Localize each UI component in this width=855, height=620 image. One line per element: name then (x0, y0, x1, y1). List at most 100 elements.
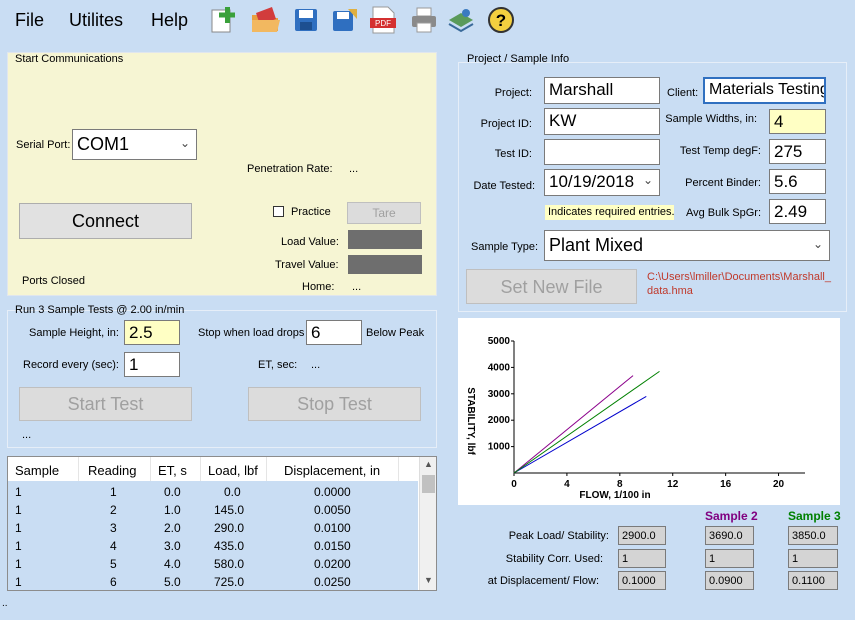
series-line-2 (513, 375, 634, 474)
ports-status: Ports Closed (22, 275, 85, 287)
serial-port-label: Serial Port: (16, 139, 71, 151)
x-tick-label: 12 (667, 479, 679, 490)
tare-button[interactable]: Tare (347, 202, 421, 224)
project-input[interactable]: Marshall (544, 77, 660, 104)
cell-load: 435.0 (214, 539, 245, 553)
y-tick-label: 3000 (488, 389, 511, 400)
avg-bulk-input[interactable]: 2.49 (769, 199, 826, 224)
help-icon[interactable]: ? (486, 5, 516, 35)
cell-sample: 1 (15, 575, 22, 589)
cell-et: 4.0 (164, 557, 181, 571)
col-et[interactable]: ET, s (158, 463, 187, 478)
chevron-down-icon: ⌄ (812, 237, 823, 251)
serial-port-select[interactable]: COM1 ⌄ (72, 129, 197, 160)
sample-widths-input[interactable]: 4 (769, 109, 826, 134)
travel-value-label: Travel Value: (275, 259, 339, 271)
cell-load: 725.0 (214, 575, 245, 589)
save-icon[interactable] (291, 5, 321, 35)
sample3-header: Sample 3 (788, 509, 841, 523)
travel-value-display (348, 255, 422, 274)
table-header: Sample Reading ET, s Load, lbf Displacem… (8, 457, 418, 482)
record-every-input[interactable]: 1 (124, 352, 180, 377)
cell-sample: 1 (15, 521, 22, 535)
col-reading[interactable]: Reading (88, 463, 136, 478)
disp-label: at Displacement/ Flow: (487, 575, 599, 587)
cell-load: 145.0 (214, 503, 245, 517)
print-icon[interactable] (409, 5, 439, 35)
col-load[interactable]: Load, lbf (208, 463, 258, 478)
x-axis-label: FLOW, 1/100 in (579, 490, 650, 501)
sample-height-input[interactable]: 2.5 (124, 320, 180, 345)
project-id-label: Project ID: (480, 118, 532, 130)
table-row[interactable]: 1 4 3.0 435.0 0.0150 (8, 537, 416, 555)
run-tests-legend: Run 3 Sample Tests @ 2.00 in/min (15, 304, 185, 316)
table-scrollbar[interactable]: ▲ ▼ (419, 457, 436, 590)
table-row[interactable]: 1 3 2.0 290.0 0.0100 (8, 519, 416, 537)
disp-sample2: 0.0900 (705, 571, 754, 590)
cell-reading: 4 (110, 539, 117, 553)
save-as-icon[interactable] (330, 5, 360, 35)
sample-type-select[interactable]: Plant Mixed ⌄ (544, 230, 830, 261)
stop-test-button[interactable]: Stop Test (248, 387, 421, 421)
run-status: ... (22, 429, 32, 441)
cell-displacement: 0.0150 (314, 539, 351, 553)
x-tick-label: 8 (617, 479, 623, 490)
cell-load: 290.0 (214, 521, 245, 535)
date-tested-picker[interactable]: 10/19/2018 ⌄ (544, 169, 660, 196)
stability-flow-chart: 0 4 8 12 16 20 1000 2000 3000 4000 5000 FLOW, 1/10… (458, 318, 840, 505)
cell-reading: 3 (110, 521, 117, 535)
open-folder-icon[interactable] (250, 5, 280, 35)
peak-sample1: 2900.0 (618, 526, 666, 545)
pdf-icon[interactable]: PDF (368, 5, 398, 35)
scroll-up-icon[interactable]: ▲ (424, 459, 433, 469)
disp-sample1: 0.1000 (618, 571, 666, 590)
practice-checkbox[interactable] (273, 206, 284, 217)
et-label: ET, sec: (258, 359, 298, 371)
col-sample[interactable]: Sample (15, 463, 59, 478)
table-row[interactable]: 1 5 4.0 580.0 0.0200 (8, 555, 416, 573)
svg-text:PDF: PDF (375, 19, 391, 28)
x-tick-label: 20 (773, 479, 785, 490)
menu-help[interactable]: Help (151, 10, 188, 31)
series-line-1 (513, 396, 647, 474)
x-tick-label: 16 (720, 479, 732, 490)
corr-sample1: 1 (618, 549, 666, 568)
connect-button[interactable]: Connect (19, 203, 192, 239)
scroll-down-icon[interactable]: ▼ (424, 575, 433, 585)
svg-text:?: ? (496, 11, 506, 30)
footer-status: .. (2, 598, 8, 609)
x-tick-label: 4 (564, 479, 570, 490)
start-communications-legend: Start Communications (15, 53, 124, 65)
peak-sample2: 3690.0 (705, 526, 754, 545)
cell-displacement: 0.0050 (314, 503, 351, 517)
scroll-thumb[interactable] (422, 475, 435, 493)
cell-reading: 1 (110, 485, 117, 499)
export-icon[interactable] (446, 5, 476, 35)
sample-type-value: Plant Mixed (549, 235, 644, 255)
cell-reading: 6 (110, 575, 117, 589)
percent-binder-input[interactable]: 5.6 (769, 169, 826, 194)
cell-load: 580.0 (214, 557, 245, 571)
client-input[interactable]: Materials Testing (703, 77, 826, 104)
readings-table[interactable]: Sample Reading ET, s Load, lbf Displacem… (7, 456, 437, 591)
col-displacement[interactable]: Displacement, in (284, 463, 380, 478)
new-file-icon[interactable] (208, 5, 238, 35)
test-temp-input[interactable]: 275 (769, 139, 826, 164)
project-id-input[interactable]: KW (544, 108, 660, 135)
cell-displacement: 0.0000 (314, 485, 351, 499)
menu-file[interactable]: File (15, 10, 44, 31)
table-row[interactable]: 1 6 5.0 725.0 0.0250 (8, 573, 416, 590)
start-test-button[interactable]: Start Test (19, 387, 192, 421)
table-body: 1 1 0.0 0.0 0.0000 1 2 1.0 145.0 0.0050 … (8, 481, 418, 590)
stop-when-input[interactable]: 6 (306, 320, 362, 345)
set-new-file-button[interactable]: Set New File (466, 269, 637, 304)
table-row[interactable]: 1 2 1.0 145.0 0.0050 (8, 501, 416, 519)
table-row[interactable]: 1 1 0.0 0.0 0.0000 (8, 483, 416, 501)
sample2-header: Sample 2 (705, 509, 758, 523)
menu-utilities[interactable]: Utilites (69, 10, 123, 31)
chart-svg: 0 4 8 12 16 20 1000 2000 3000 4000 5000 FLOW, 1/10… (465, 336, 805, 501)
stop-when-label: Stop when load drops (198, 327, 305, 339)
required-entries-note: Indicates required entries. (545, 205, 675, 220)
et-value: ... (311, 359, 321, 371)
test-id-input[interactable] (544, 139, 660, 165)
